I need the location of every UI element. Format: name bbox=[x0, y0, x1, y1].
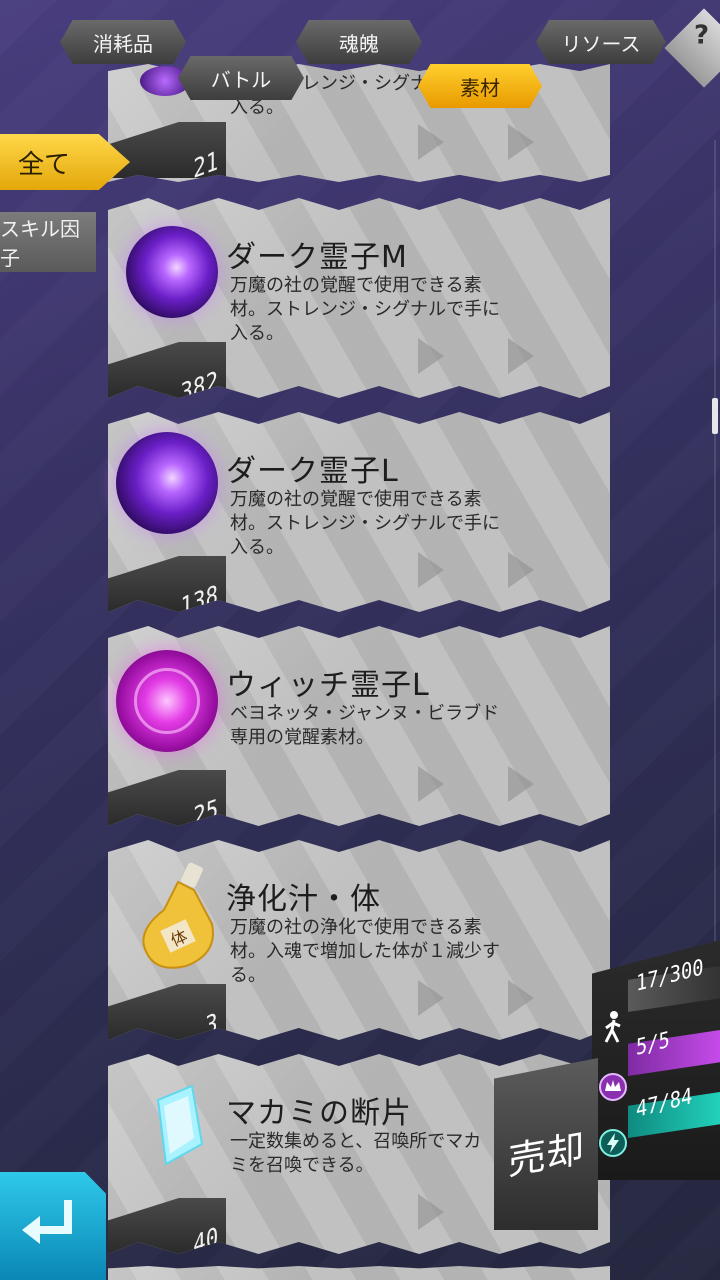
stamina-row: 17/300 bbox=[596, 955, 720, 1016]
count-tab: 382 bbox=[108, 342, 226, 398]
witch-orb-ring bbox=[134, 668, 200, 734]
item-count: 21 bbox=[192, 146, 218, 186]
witch-orb-icon bbox=[116, 650, 218, 752]
lightning-icon bbox=[598, 1128, 628, 1158]
item-description: 万魔の社の覚醒で使用できる素材。ストレンジ・シグナルで手に入る。 bbox=[230, 489, 500, 558]
return-arrow-icon bbox=[22, 1200, 72, 1244]
item-description: ベヨネッタ・ジャンヌ・ビラブド専用の覚醒素材。 bbox=[230, 703, 500, 748]
tab-consumables[interactable]: 消耗品 bbox=[60, 20, 186, 64]
dark-orb-medium-icon bbox=[126, 226, 218, 318]
crystal-shard-icon bbox=[140, 1080, 210, 1170]
filter-skill-factor[interactable]: スキル因子 bbox=[0, 212, 96, 272]
item-description: 万魔の社の浄化で使用できる素材。入魂で増加した体が１減少する。 bbox=[230, 917, 500, 986]
item-name: ダーク霊子L bbox=[226, 454, 399, 489]
scroll-track bbox=[714, 140, 716, 1040]
item-count: 138 bbox=[180, 580, 218, 624]
item-count: 25 bbox=[192, 794, 218, 834]
item-description: 一定数集めると、召喚所でマカミを召喚できる。 bbox=[230, 1131, 482, 1176]
back-button[interactable] bbox=[0, 1172, 106, 1280]
item-name: マカミの断片 bbox=[226, 1096, 412, 1131]
help-icon: ? bbox=[694, 20, 710, 51]
tab-soul[interactable]: 魂魄 bbox=[296, 20, 422, 64]
tab-resources[interactable]: リソース bbox=[536, 20, 666, 64]
item-count: 3 bbox=[205, 1008, 218, 1043]
help-button[interactable]: ? bbox=[664, 8, 720, 88]
count-tab: 40 bbox=[108, 1198, 226, 1254]
count-tab: 25 bbox=[108, 770, 226, 826]
item-card-partial bbox=[108, 1266, 610, 1280]
item-count: 40 bbox=[192, 1222, 218, 1262]
tab-materials[interactable]: 素材 bbox=[418, 64, 542, 108]
sell-button[interactable]: 売却 bbox=[494, 1058, 598, 1230]
item-name: 浄化汁・体 bbox=[226, 882, 381, 917]
item-name: ウィッチ霊子L bbox=[226, 668, 430, 703]
sell-label: 売却 bbox=[508, 1126, 585, 1184]
item-description: 万魔の社の覚醒で使用できる素材。ストレンジ・シグナルで手に入る。 bbox=[230, 275, 500, 344]
count-tab: 21 bbox=[108, 122, 226, 178]
purify-bottle-icon: 体 bbox=[134, 862, 218, 972]
count-tab: 3 bbox=[108, 984, 226, 1040]
count-tab: 138 bbox=[108, 556, 226, 612]
tab-battle[interactable]: バトル bbox=[178, 56, 304, 100]
dark-orb-large-icon bbox=[116, 432, 218, 534]
item-count: 382 bbox=[180, 366, 218, 410]
scroll-thumb[interactable] bbox=[712, 398, 718, 434]
item-name: ダーク霊子M bbox=[226, 240, 408, 275]
